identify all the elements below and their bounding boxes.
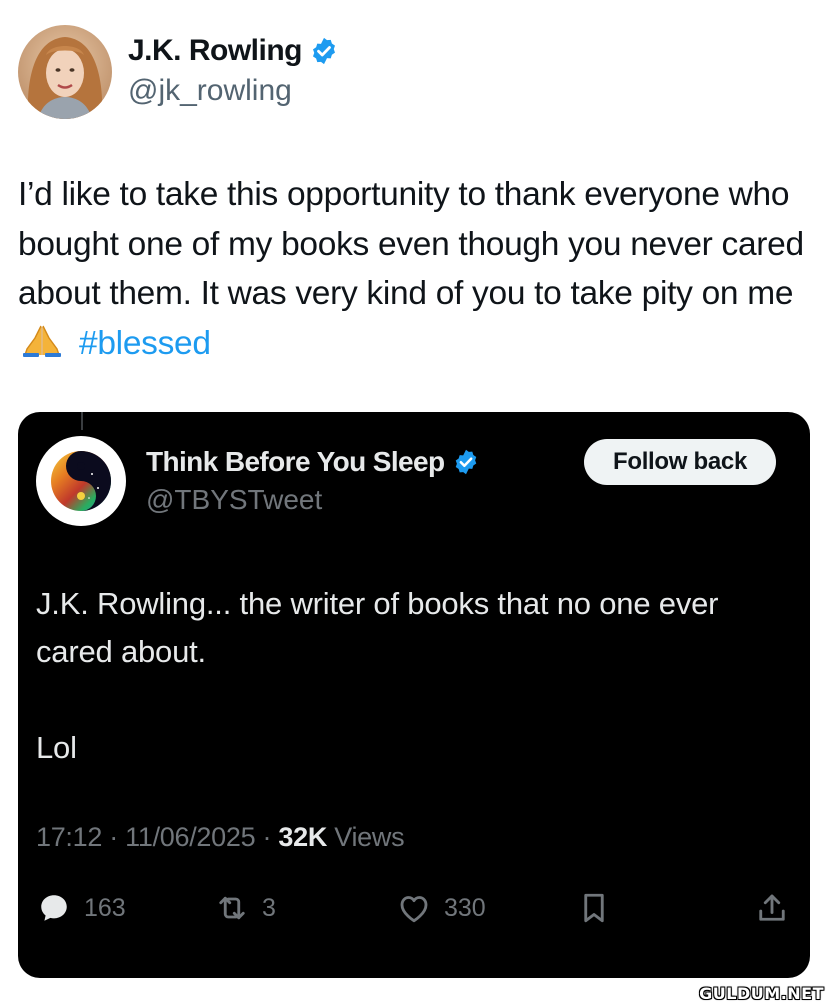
tweet-timestamp[interactable]: 17:12 · 11/06/2025 · (36, 822, 278, 852)
bookmark-icon (576, 890, 612, 926)
verified-badge-icon (452, 448, 480, 476)
views-label: Views (327, 822, 405, 852)
folded-hands-icon (20, 322, 64, 358)
hashtag-link[interactable]: #blessed (79, 325, 211, 362)
quoted-tweet-line: Lol (36, 730, 77, 765)
like-button[interactable]: 330 (396, 888, 486, 928)
bookmark-button[interactable] (576, 888, 612, 928)
reply-button[interactable]: 163 (36, 888, 126, 928)
reply-icon (36, 890, 72, 926)
quoted-tweet-card[interactable]: Think Before You Sleep @TBYSTweet Follow… (18, 412, 810, 978)
verified-badge-icon (309, 36, 339, 66)
retweet-count: 3 (262, 893, 276, 922)
quoted-tweet-text: J.K. Rowling... the writer of books that… (36, 580, 796, 772)
quoted-author-name[interactable]: Think Before You Sleep (146, 446, 480, 478)
views-count: 32K (278, 822, 328, 852)
tweet-text: I’d like to take this opportunity to tha… (18, 170, 818, 368)
quoted-tweet-line: J.K. Rowling... the writer of books that… (36, 586, 719, 669)
quoted-author-name-text[interactable]: Think Before You Sleep (146, 446, 445, 478)
tweet-meta: 17:12 · 11/06/2025 · 32K Views (36, 822, 405, 853)
author-avatar[interactable] (18, 25, 112, 119)
heart-icon (396, 890, 432, 926)
author-handle[interactable]: @jk_rowling (128, 74, 292, 108)
follow-back-button[interactable]: Follow back (584, 439, 776, 485)
author-name-text[interactable]: J.K. Rowling (128, 34, 303, 68)
share-icon (754, 890, 790, 926)
quoted-author-avatar[interactable] (36, 436, 126, 526)
retweet-button[interactable]: 3 (214, 888, 276, 928)
share-button[interactable] (754, 888, 790, 928)
reply-count: 163 (84, 893, 126, 922)
quoted-author-handle[interactable]: @TBYSTweet (146, 484, 322, 516)
author-name[interactable]: J.K. Rowling (128, 34, 339, 68)
retweet-icon (214, 890, 250, 926)
like-count: 330 (444, 893, 486, 922)
tweet-body: I’d like to take this opportunity to tha… (18, 176, 804, 312)
site-watermark: GULDUM.NET (699, 984, 824, 1003)
thread-connector-line (81, 412, 83, 430)
